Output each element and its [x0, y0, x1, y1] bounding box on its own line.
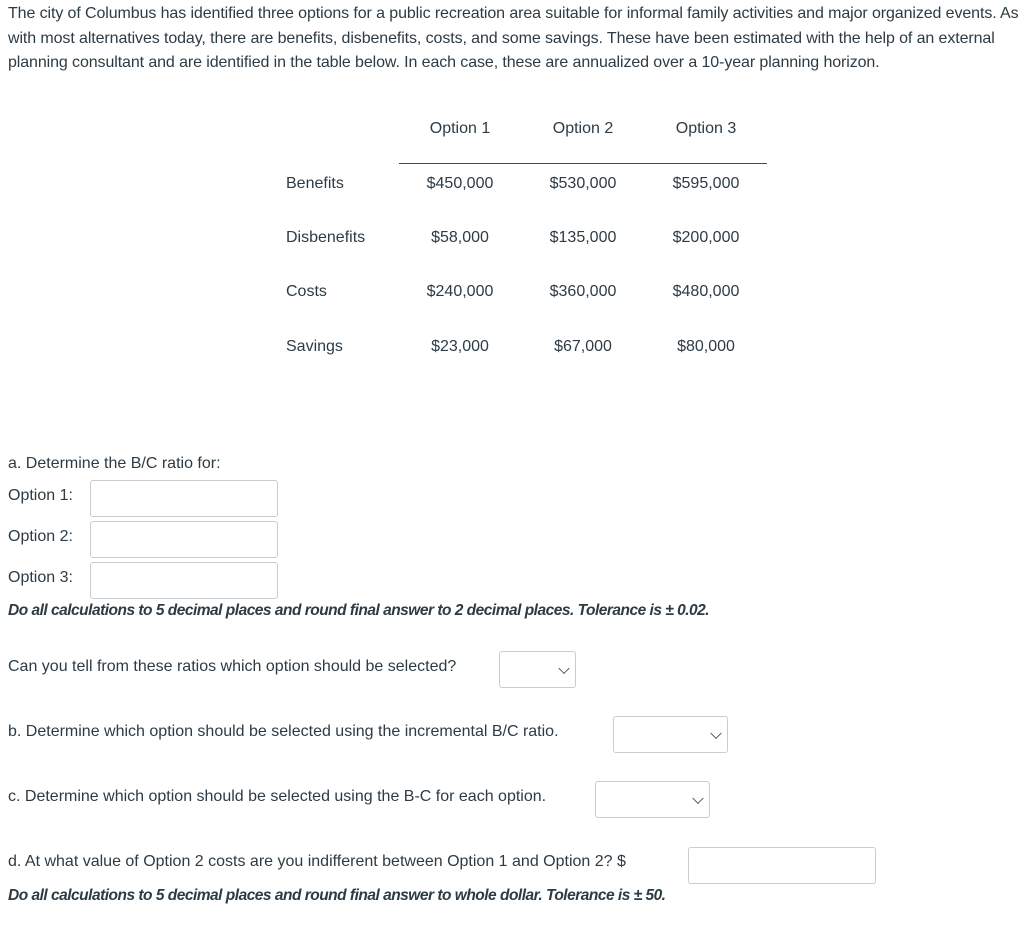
- chevron-down-icon: [692, 792, 704, 804]
- option-3-label: Option 3:: [8, 569, 73, 586]
- part-d-instructions: Do all calculations to 5 decimal places …: [8, 887, 666, 904]
- chevron-down-icon: [558, 662, 570, 674]
- chevron-down-icon: [710, 727, 722, 739]
- table-cell: $200,000: [672, 229, 740, 246]
- row-label: Disbenefits: [286, 229, 366, 246]
- option-2-label: Option 2:: [8, 528, 73, 545]
- table-cell: $595,000: [672, 175, 740, 192]
- column-header-option-3: Option 3: [675, 120, 737, 137]
- table-cell: $135,000: [549, 229, 617, 246]
- table-cell: $58,000: [431, 229, 489, 246]
- problem-statement: The city of Columbus has identified thre…: [8, 5, 1019, 71]
- option-2-indifference-cost-input[interactable]: [688, 847, 876, 884]
- table-cell: $360,000: [549, 283, 617, 300]
- part-c-option-select[interactable]: [595, 781, 710, 818]
- table-cell: $240,000: [426, 283, 494, 300]
- option-3-bc-input[interactable]: [90, 562, 278, 599]
- option-1-label: Option 1:: [8, 487, 73, 504]
- table-cell: $450,000: [426, 175, 494, 192]
- part-b-prompt: b. Determine which option should be sele…: [8, 723, 559, 740]
- part-a-question: Can you tell from these ratios which opt…: [8, 658, 457, 675]
- table-cell: $530,000: [549, 175, 617, 192]
- column-header-option-2: Option 2: [552, 120, 614, 137]
- part-d-prompt: d. At what value of Option 2 costs are y…: [8, 853, 626, 870]
- table-cell: $480,000: [672, 283, 740, 300]
- part-a-prompt: a. Determine the B/C ratio for:: [8, 455, 221, 472]
- header-divider: [399, 163, 767, 164]
- option-1-bc-input[interactable]: [90, 480, 278, 517]
- part-a-option-select[interactable]: [499, 651, 576, 688]
- table-cell: $80,000: [677, 338, 735, 355]
- column-header-option-1: Option 1: [429, 120, 491, 137]
- part-c-prompt: c. Determine which option should be sele…: [8, 788, 547, 805]
- option-2-bc-input[interactable]: [90, 521, 278, 558]
- part-b-option-select[interactable]: [613, 716, 728, 753]
- row-label: Savings: [286, 338, 343, 355]
- part-a-instructions: Do all calculations to 5 decimal places …: [8, 602, 710, 619]
- row-label: Benefits: [286, 175, 344, 192]
- table-cell: $67,000: [554, 338, 612, 355]
- row-label: Costs: [286, 283, 327, 300]
- table-cell: $23,000: [431, 338, 489, 355]
